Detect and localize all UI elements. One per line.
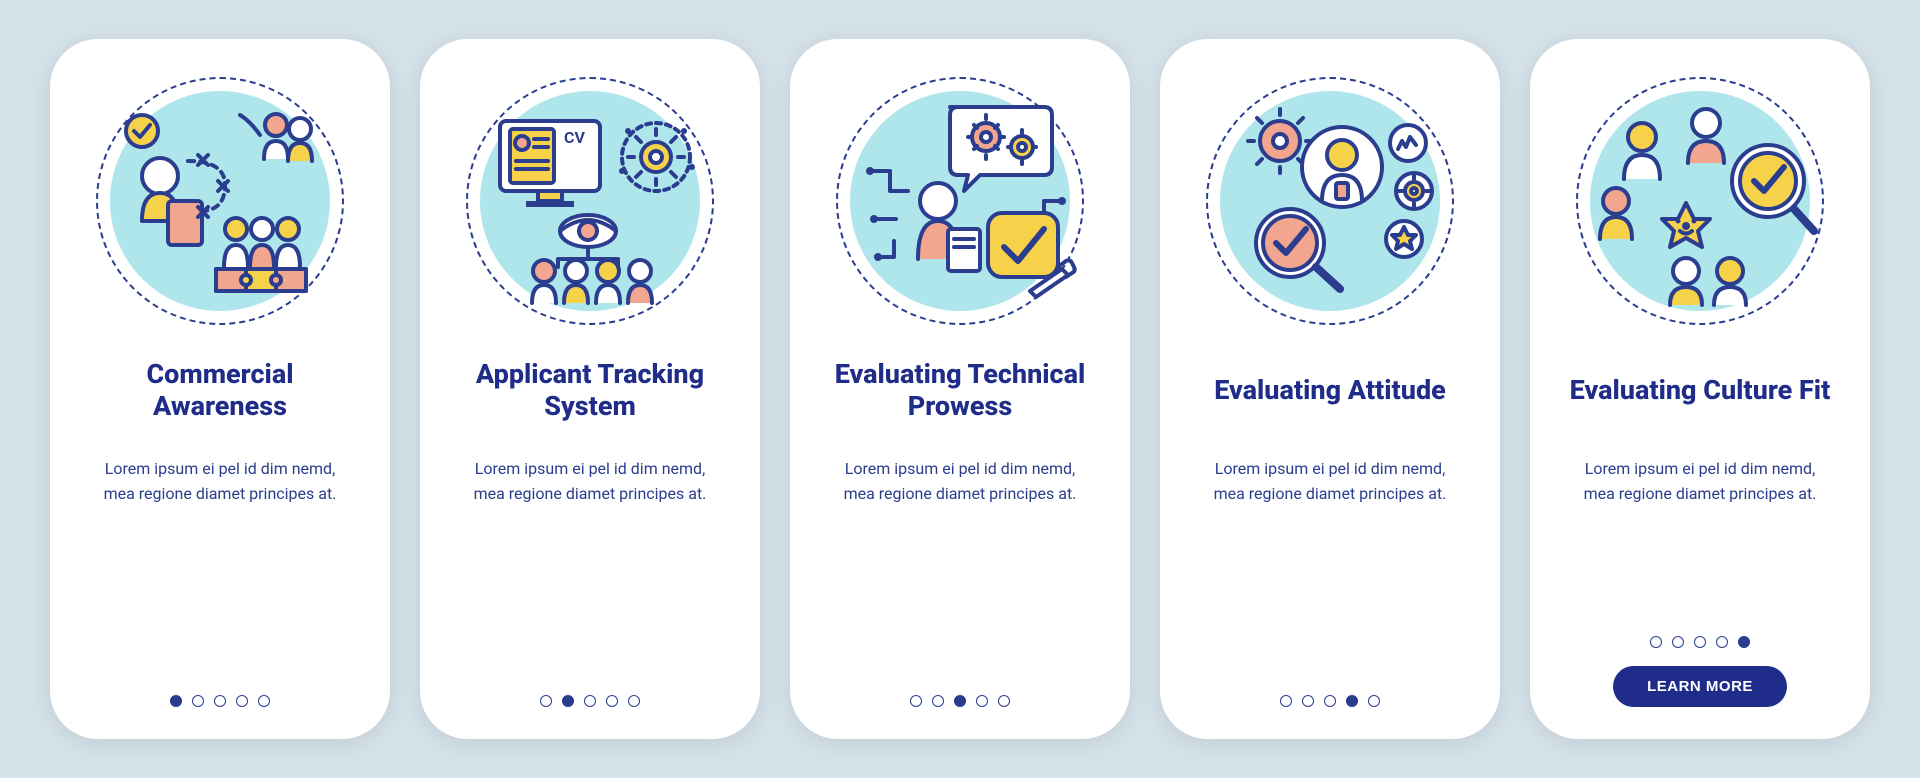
- illustration-ats: CV: [460, 71, 720, 331]
- technical-prowess-icon: [830, 71, 1090, 331]
- card-description: Lorem ipsum ei pel id dim nemd, mea regi…: [95, 457, 345, 507]
- dot-2[interactable]: [1302, 695, 1314, 707]
- dot-5[interactable]: [1368, 695, 1380, 707]
- dot-3[interactable]: [1694, 636, 1706, 648]
- dot-2[interactable]: [562, 695, 574, 707]
- dot-5[interactable]: [998, 695, 1010, 707]
- card-technical-prowess: Evaluating Technical Prowess Lorem ipsum…: [790, 39, 1130, 739]
- illustration-commercial: [90, 71, 350, 331]
- card-title: Evaluating Culture Fit: [1570, 359, 1831, 423]
- card-applicant-tracking: CV: [420, 39, 760, 739]
- card-footer: [790, 695, 1130, 707]
- dot-3[interactable]: [214, 695, 226, 707]
- dot-4[interactable]: [236, 695, 248, 707]
- dot-1[interactable]: [1650, 636, 1662, 648]
- dot-2[interactable]: [192, 695, 204, 707]
- dot-1[interactable]: [540, 695, 552, 707]
- dot-3[interactable]: [954, 695, 966, 707]
- card-evaluating-attitude: Evaluating Attitude Lorem ipsum ei pel i…: [1160, 39, 1500, 739]
- dot-1[interactable]: [170, 695, 182, 707]
- card-description: Lorem ipsum ei pel id dim nemd, mea regi…: [465, 457, 715, 507]
- dot-3[interactable]: [584, 695, 596, 707]
- card-commercial-awareness: Commercial Awareness Lorem ipsum ei pel …: [50, 39, 390, 739]
- card-description: Lorem ipsum ei pel id dim nemd, mea regi…: [835, 457, 1085, 507]
- card-description: Lorem ipsum ei pel id dim nemd, mea regi…: [1575, 457, 1825, 507]
- dot-5[interactable]: [1738, 636, 1750, 648]
- cards-row: Commercial Awareness Lorem ipsum ei pel …: [50, 39, 1870, 739]
- pagination-dots: [170, 695, 270, 707]
- card-title: Commercial Awareness: [78, 359, 362, 423]
- pagination-dots: [1280, 695, 1380, 707]
- card-footer: LEARN MORE: [1530, 636, 1870, 707]
- culture-fit-icon: [1570, 71, 1830, 331]
- commercial-awareness-icon: [90, 71, 350, 331]
- dot-3[interactable]: [1324, 695, 1336, 707]
- dot-2[interactable]: [1672, 636, 1684, 648]
- card-description: Lorem ipsum ei pel id dim nemd, mea regi…: [1205, 457, 1455, 507]
- pagination-dots: [910, 695, 1010, 707]
- dot-5[interactable]: [628, 695, 640, 707]
- dot-4[interactable]: [1346, 695, 1358, 707]
- dot-5[interactable]: [258, 695, 270, 707]
- card-title: Evaluating Technical Prowess: [818, 359, 1102, 423]
- card-footer: [50, 695, 390, 707]
- evaluating-attitude-icon: [1200, 71, 1460, 331]
- dot-1[interactable]: [1280, 695, 1292, 707]
- pagination-dots: [1650, 636, 1750, 648]
- dot-4[interactable]: [606, 695, 618, 707]
- learn-more-button[interactable]: LEARN MORE: [1613, 666, 1787, 707]
- card-footer: [1160, 695, 1500, 707]
- card-footer: [420, 695, 760, 707]
- applicant-tracking-icon: CV: [460, 71, 720, 331]
- dot-4[interactable]: [1716, 636, 1728, 648]
- card-title: Applicant Tracking System: [448, 359, 732, 423]
- pagination-dots: [540, 695, 640, 707]
- card-title: Evaluating Attitude: [1214, 359, 1446, 423]
- dot-1[interactable]: [910, 695, 922, 707]
- illustration-technical: [830, 71, 1090, 331]
- illustration-attitude: [1200, 71, 1460, 331]
- dot-2[interactable]: [932, 695, 944, 707]
- illustration-culture: [1570, 71, 1830, 331]
- card-culture-fit: Evaluating Culture Fit Lorem ipsum ei pe…: [1530, 39, 1870, 739]
- dot-4[interactable]: [976, 695, 988, 707]
- svg-text:CV: CV: [564, 128, 585, 147]
